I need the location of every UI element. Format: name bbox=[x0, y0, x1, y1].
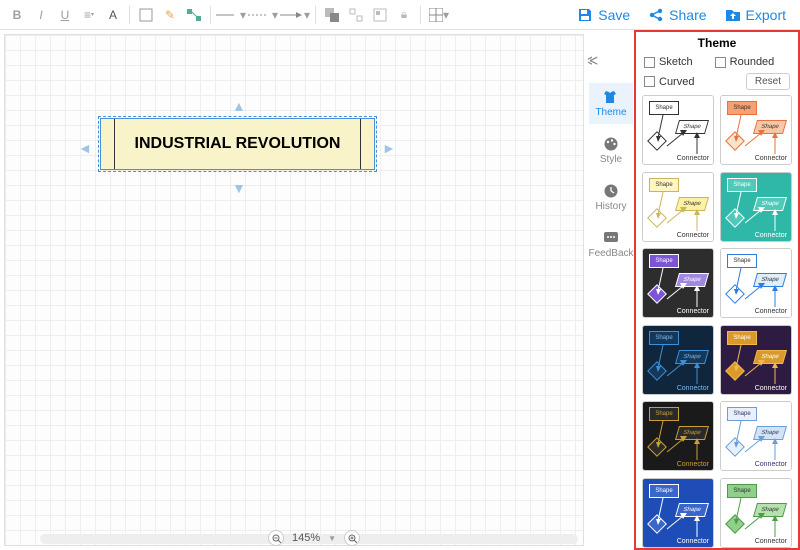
align-button[interactable]: ≡▾ bbox=[78, 4, 100, 26]
theme-swatch-2[interactable]: ShapeShapeConnector bbox=[642, 172, 714, 242]
save-button[interactable]: Save bbox=[569, 3, 638, 27]
lock-button[interactable]: 🔒︎ bbox=[393, 4, 415, 26]
theme-swatch-5[interactable]: ShapeShapeConnector bbox=[720, 248, 792, 318]
connection-arrow-right[interactable]: ► bbox=[382, 140, 396, 156]
side-tab-strip: ≪ Theme Style History FeedBack bbox=[588, 30, 634, 550]
save-label: Save bbox=[598, 7, 630, 23]
theme-swatch-10[interactable]: ShapeShapeConnector bbox=[642, 478, 714, 548]
theme-swatch-1[interactable]: ShapeShapeConnector bbox=[720, 95, 792, 165]
export-icon bbox=[725, 7, 741, 23]
connection-arrow-left[interactable]: ◄ bbox=[78, 140, 92, 156]
export-button[interactable]: Export bbox=[717, 3, 794, 27]
theme-swatch-7[interactable]: ShapeShapeConnector bbox=[720, 325, 792, 395]
rounded-label: Rounded bbox=[730, 56, 775, 68]
theme-swatch-11[interactable]: ShapeShapeConnector bbox=[720, 478, 792, 548]
zoom-in-button[interactable] bbox=[344, 530, 360, 546]
font-color-button[interactable]: A bbox=[102, 4, 124, 26]
curved-checkbox[interactable] bbox=[644, 76, 655, 87]
panel-title: Theme bbox=[636, 32, 798, 56]
share-button[interactable]: Share bbox=[640, 3, 714, 27]
canvas-grid bbox=[4, 34, 584, 546]
fill-color-button[interactable] bbox=[135, 4, 157, 26]
theme-swatch-3[interactable]: ShapeShapeConnector bbox=[720, 172, 792, 242]
top-toolbar: B I U ≡▾ A ✎ ▾ ▾ ▾ 🔒︎ ▾ Save Share Expor… bbox=[0, 0, 800, 30]
theme-swatch-9[interactable]: ShapeShapeConnector bbox=[720, 401, 792, 471]
theme-swatch-grid: ShapeShapeConnectorShapeShapeConnectorSh… bbox=[636, 95, 798, 548]
share-label: Share bbox=[669, 7, 706, 23]
toolbar-divider bbox=[210, 6, 211, 24]
theme-swatch-6[interactable]: ShapeShapeConnector bbox=[642, 325, 714, 395]
curved-label: Curved bbox=[659, 76, 694, 88]
theme-panel: Theme Sketch Rounded Curved Reset ShapeS… bbox=[634, 30, 800, 550]
selected-shape[interactable]: ▲ ▼ ◄ ► INDUSTRIAL REVOLUTION bbox=[100, 118, 375, 170]
connection-style-button[interactable] bbox=[183, 4, 205, 26]
tab-style-label: Style bbox=[600, 154, 622, 165]
main-shape-text: INDUSTRIAL REVOLUTION bbox=[115, 119, 360, 169]
canvas-area[interactable]: ▲ ▼ ◄ ► INDUSTRIAL REVOLUTION 145% ▼ bbox=[0, 30, 588, 550]
arrow-style-button[interactable]: ▾ bbox=[280, 4, 310, 26]
tab-style[interactable]: Style bbox=[589, 130, 633, 171]
line-style-button[interactable]: ▾ bbox=[216, 4, 246, 26]
bold-button[interactable]: B bbox=[6, 4, 28, 26]
palette-icon bbox=[603, 136, 619, 152]
rounded-checkbox[interactable] bbox=[715, 57, 726, 68]
pencil-button[interactable]: ✎ bbox=[159, 4, 181, 26]
clock-icon bbox=[603, 183, 619, 199]
connection-arrow-up[interactable]: ▲ bbox=[232, 98, 246, 114]
sketch-label: Sketch bbox=[659, 56, 693, 68]
tab-feedback[interactable]: FeedBack bbox=[589, 224, 633, 265]
chat-icon bbox=[603, 230, 619, 246]
zoom-out-button[interactable] bbox=[268, 530, 284, 546]
tab-history-label: History bbox=[595, 201, 626, 212]
tab-history[interactable]: History bbox=[589, 177, 633, 218]
ungroup-button[interactable] bbox=[345, 4, 367, 26]
line-dash-button[interactable]: ▾ bbox=[248, 4, 278, 26]
shirt-icon bbox=[603, 89, 619, 105]
tab-theme-label: Theme bbox=[595, 107, 626, 118]
tab-theme[interactable]: Theme bbox=[589, 83, 633, 124]
share-icon bbox=[648, 7, 664, 23]
toolbar-divider bbox=[315, 6, 316, 24]
main-shape-box[interactable]: INDUSTRIAL REVOLUTION bbox=[100, 118, 375, 170]
zoom-level: 145% bbox=[292, 532, 320, 544]
save-icon bbox=[577, 7, 593, 23]
send-back-button[interactable] bbox=[321, 4, 343, 26]
tab-feedback-label: FeedBack bbox=[588, 248, 633, 259]
export-label: Export bbox=[746, 7, 786, 23]
toolbar-divider bbox=[129, 6, 130, 24]
theme-swatch-0[interactable]: ShapeShapeConnector bbox=[642, 95, 714, 165]
toolbar-divider bbox=[420, 6, 421, 24]
theme-swatch-8[interactable]: ShapeShapeConnector bbox=[642, 401, 714, 471]
sketch-checkbox[interactable] bbox=[644, 57, 655, 68]
table-button[interactable]: ▾ bbox=[426, 4, 452, 26]
zoom-controls: 145% ▼ bbox=[268, 530, 360, 546]
underline-button[interactable]: U bbox=[54, 4, 76, 26]
group-button[interactable] bbox=[369, 4, 391, 26]
zoom-dropdown-icon[interactable]: ▼ bbox=[328, 534, 336, 543]
reset-button[interactable]: Reset bbox=[746, 73, 790, 90]
theme-swatch-4[interactable]: ShapeShapeConnector bbox=[642, 248, 714, 318]
connection-arrow-down[interactable]: ▼ bbox=[232, 180, 246, 196]
italic-button[interactable]: I bbox=[30, 4, 52, 26]
